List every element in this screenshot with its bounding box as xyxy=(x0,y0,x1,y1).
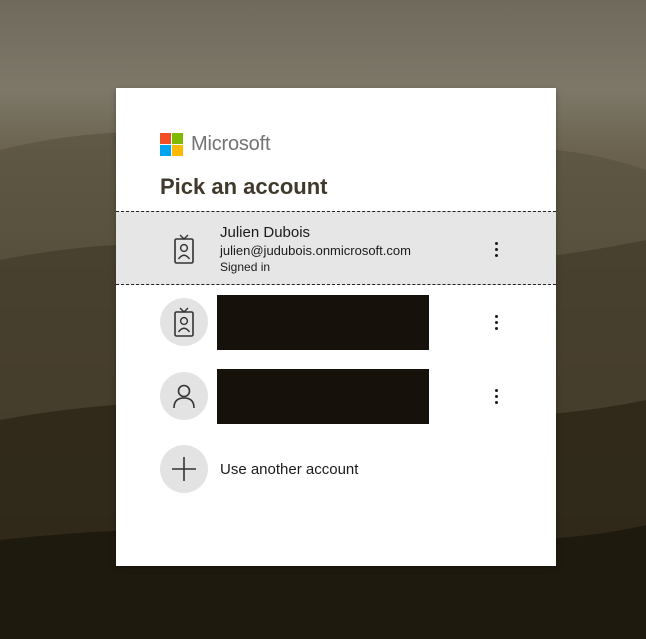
work-badge-icon xyxy=(160,298,208,346)
account-info: Julien Dubois julien@judubois.onmicrosof… xyxy=(220,224,411,276)
microsoft-brand: Microsoft xyxy=(160,132,271,156)
account-email: julien@judubois.onmicrosoft.com xyxy=(220,243,411,258)
account-item-julien-dubois[interactable]: Julien Dubois julien@judubois.onmicrosof… xyxy=(116,211,556,285)
more-options-icon[interactable] xyxy=(486,384,506,408)
more-options-icon[interactable] xyxy=(486,310,506,334)
work-badge-icon xyxy=(160,225,208,273)
account-list: Julien Dubois julien@judubois.onmicrosof… xyxy=(116,211,556,433)
logo-square-red xyxy=(160,132,171,144)
account-picker-dialog: Microsoft Pick an account Julien Dubois … xyxy=(116,88,556,566)
person-icon xyxy=(160,372,208,420)
more-options-icon[interactable] xyxy=(486,237,506,261)
account-name: Julien Dubois xyxy=(220,224,311,241)
redacted-account-details xyxy=(217,369,429,424)
account-status: Signed in xyxy=(220,260,271,274)
logo-square-yellow xyxy=(172,144,183,156)
account-item-redacted-1[interactable] xyxy=(116,285,556,359)
page-title: Pick an account xyxy=(160,174,328,199)
logo-square-green xyxy=(172,132,183,144)
plus-icon xyxy=(160,445,208,493)
brand-name: Microsoft xyxy=(191,132,271,155)
logo-square-blue xyxy=(160,144,171,156)
microsoft-logo-icon xyxy=(160,132,183,156)
account-item-redacted-2[interactable] xyxy=(116,359,556,433)
use-another-account-label: Use another account xyxy=(220,461,359,478)
redacted-account-details xyxy=(217,295,429,350)
use-another-account-button[interactable]: Use another account xyxy=(116,432,556,506)
